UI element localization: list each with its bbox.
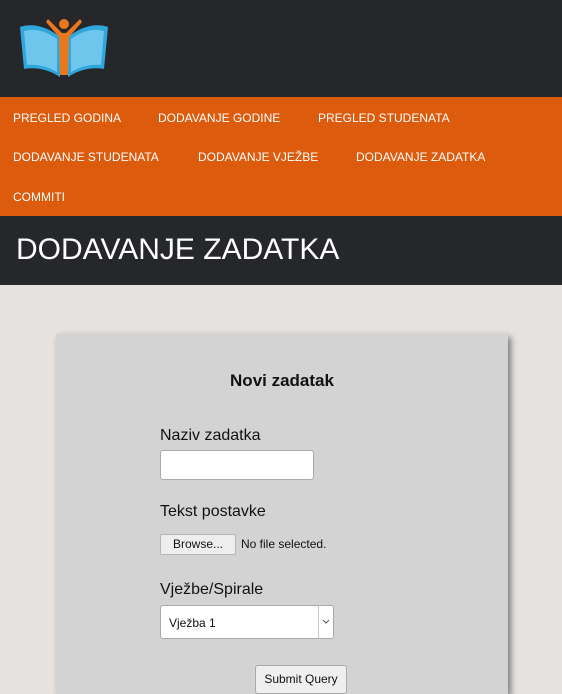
nav-item-commiti[interactable]: COMMITI xyxy=(13,190,65,204)
nav-item-dodavanje-zadatka[interactable]: DODAVANJE ZADATKA xyxy=(356,150,485,164)
submit-button[interactable]: Submit Query xyxy=(255,665,347,694)
file-status-text: No file selected. xyxy=(241,537,327,551)
chevron-down-icon xyxy=(318,606,333,638)
nav-item-pregled-godina[interactable]: PREGLED GODINA xyxy=(13,111,121,125)
page-title: DODAVANJE ZADATKA xyxy=(16,233,340,266)
exercise-label: Vježbe/Spirale xyxy=(160,581,264,598)
header xyxy=(0,0,562,97)
nav-item-dodavanje-godine[interactable]: DODAVANJE GODINE xyxy=(158,111,280,125)
nav-item-pregled-studenata[interactable]: PREGLED STUDENATA xyxy=(318,111,450,125)
task-name-label: Naziv zadatka xyxy=(160,427,261,444)
exercise-select[interactable]: Vježba 1 xyxy=(160,605,334,639)
form-title: Novi zadatak xyxy=(230,371,334,390)
new-task-form: Novi zadatak Naziv zadatka Tekst postavk… xyxy=(56,334,508,694)
exercise-select-value: Vježba 1 xyxy=(169,616,216,630)
nav-item-dodavanje-vjezbe[interactable]: DODAVANJE VJEŽBE xyxy=(198,150,318,164)
task-name-input[interactable] xyxy=(160,450,314,480)
book-person-logo-icon[interactable] xyxy=(18,17,110,79)
browse-file-button[interactable]: Browse... xyxy=(160,534,236,555)
statement-label: Tekst postavke xyxy=(160,503,266,520)
nav-item-dodavanje-studenata[interactable]: DODAVANJE STUDENATA xyxy=(13,150,159,164)
